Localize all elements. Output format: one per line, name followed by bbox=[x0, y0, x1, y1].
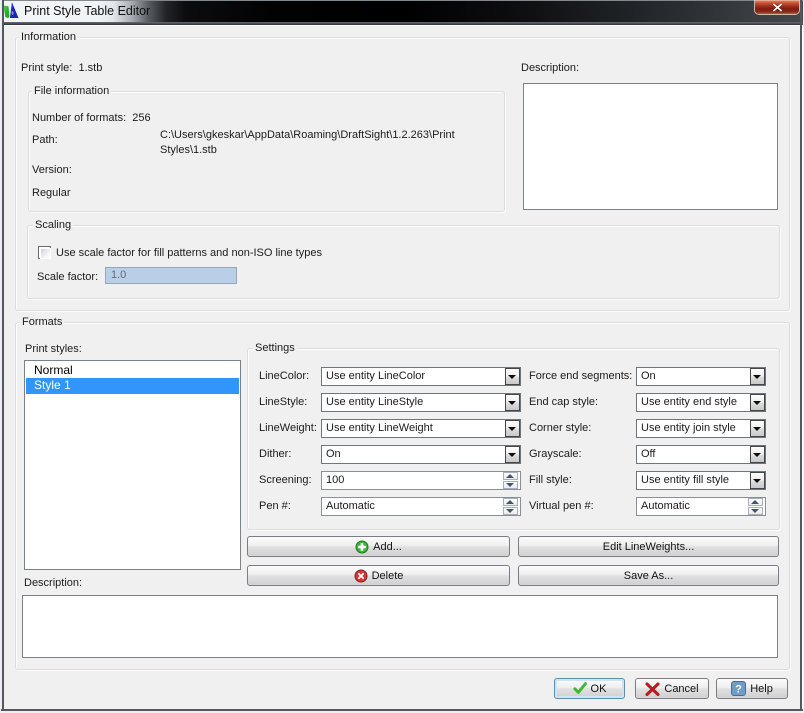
svg-text:?: ? bbox=[735, 684, 742, 696]
